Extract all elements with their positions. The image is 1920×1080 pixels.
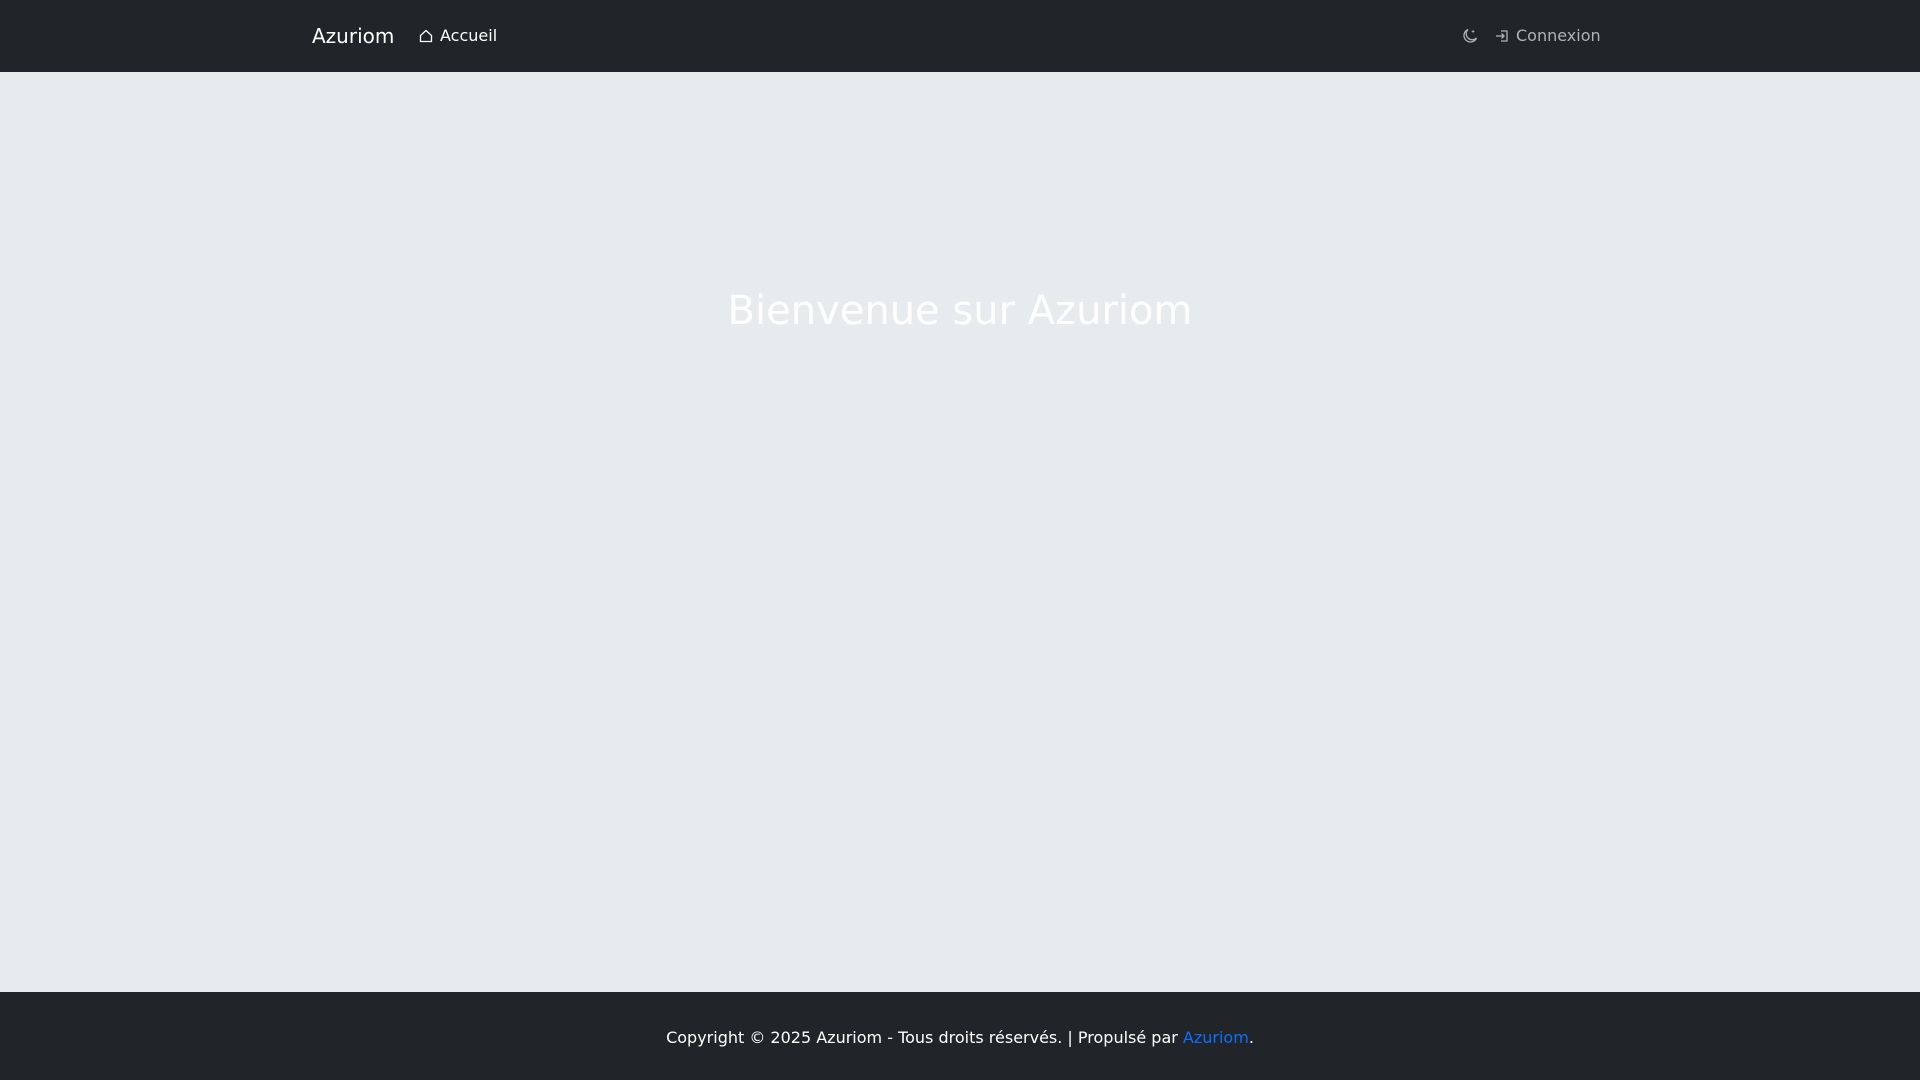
- moon-stars-icon: [1461, 27, 1479, 45]
- login-label: Connexion: [1516, 26, 1601, 45]
- nav-home-link[interactable]: Accueil: [418, 0, 497, 72]
- footer-text: Copyright © 2025 Azuriom - Tous droits r…: [0, 1028, 1920, 1047]
- theme-toggle-button[interactable]: [1460, 24, 1480, 48]
- house-icon: [418, 28, 434, 44]
- footer-suffix: .: [1248, 1028, 1254, 1047]
- hero-title: Bienvenue sur Azuriom: [727, 288, 1193, 334]
- footer-azuriom-link[interactable]: Azuriom: [1183, 1028, 1249, 1047]
- login-link[interactable]: Connexion: [1494, 0, 1601, 72]
- nav-home-label: Accueil: [440, 26, 498, 45]
- navbar: Azuriom Accueil Connexion: [0, 0, 1920, 72]
- footer: Copyright © 2025 Azuriom - Tous droits r…: [0, 992, 1920, 1080]
- footer-copyright: Copyright © 2025 Azuriom - Tous droits r…: [666, 1028, 1183, 1047]
- brand-link[interactable]: Azuriom: [312, 0, 394, 72]
- box-arrow-in-right-icon: [1494, 28, 1510, 44]
